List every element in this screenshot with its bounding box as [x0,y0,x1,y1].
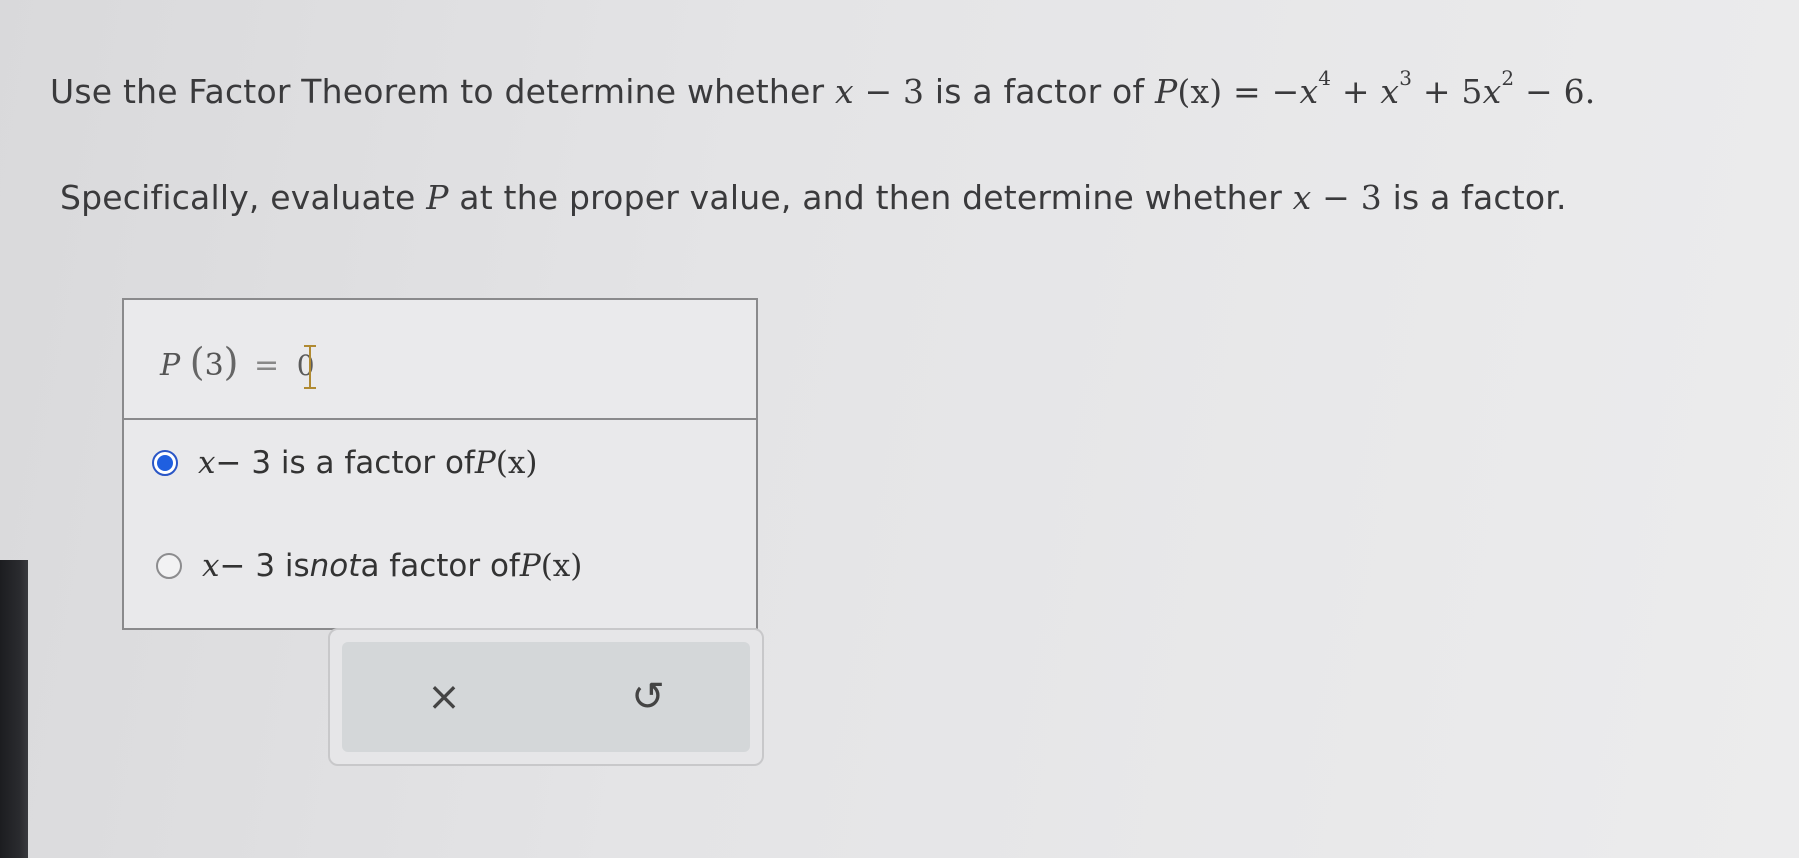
question-text: is a factor. [1381,178,1567,217]
math-P: P [474,445,496,481]
option-emphasis: not [309,548,361,584]
math-arg: 3 [204,348,224,383]
radio-unselected[interactable] [156,553,182,579]
math-text: = − [1222,72,1300,111]
exponent: 3 [1399,66,1413,90]
answer-box: P (3) = 0 x − 3 is a factor of P (x) x − … [122,298,758,630]
math-arg: (x) [540,548,583,584]
toolbar-inner: × ↺ [342,642,750,752]
math-var: x [202,548,220,584]
math-text: + 5 [1412,72,1483,111]
math-text: − 3 [1311,178,1382,217]
math-var: x [1482,72,1502,111]
math-var: x [198,445,216,481]
math-var: x [1380,72,1400,111]
answer-toolbar: × ↺ [328,628,764,766]
math-P: P [160,348,181,383]
paren-close: ) [223,340,239,384]
exponent: 2 [1501,66,1515,90]
option-is-factor[interactable]: x − 3 is a factor of P (x) [152,445,537,481]
clear-button[interactable]: × [404,657,484,737]
p-value-label: P (3) = 0 [160,340,333,389]
math-text: + [1331,72,1381,111]
equals-sign: = [254,348,280,383]
question-text: at the proper value, and then determine … [448,178,1293,217]
undo-button[interactable]: ↺ [608,657,688,737]
question-line-1: Use the Factor Theorem to determine whet… [50,66,1596,111]
question-text: Specifically, evaluate [60,178,427,217]
question-line-2: Specifically, evaluate P at the proper v… [60,178,1567,217]
math-var: x [1292,178,1312,217]
question-text: Use the Factor Theorem to determine whet… [50,72,835,111]
text-cursor [303,344,321,389]
math-var: x [834,72,854,111]
radio-selected[interactable] [152,450,178,476]
question-text: is a factor of [924,72,1155,111]
p-value-input[interactable]: 0 [297,344,333,389]
option-text: − 3 is a factor of [215,445,475,481]
math-arg: (x) [495,445,538,481]
math-P: P [519,548,541,584]
screen-bezel [0,560,28,858]
undo-icon: ↺ [631,674,665,720]
option-text: − 3 is [219,548,310,584]
math-arg: (x) [1177,72,1223,111]
exponent: 4 [1318,66,1332,90]
math-text: − 3 [853,72,925,111]
paren-open: ( [189,340,205,384]
math-P: P [1154,72,1178,111]
option-is-not-factor[interactable]: x − 3 is not a factor of P (x) [156,548,582,584]
close-icon: × [427,674,461,720]
math-P: P [426,178,449,217]
math-text: − 6. [1514,72,1596,111]
option-text: a factor of [360,548,520,584]
p-value-row: P (3) = 0 [124,300,756,420]
math-var: x [1299,72,1319,111]
